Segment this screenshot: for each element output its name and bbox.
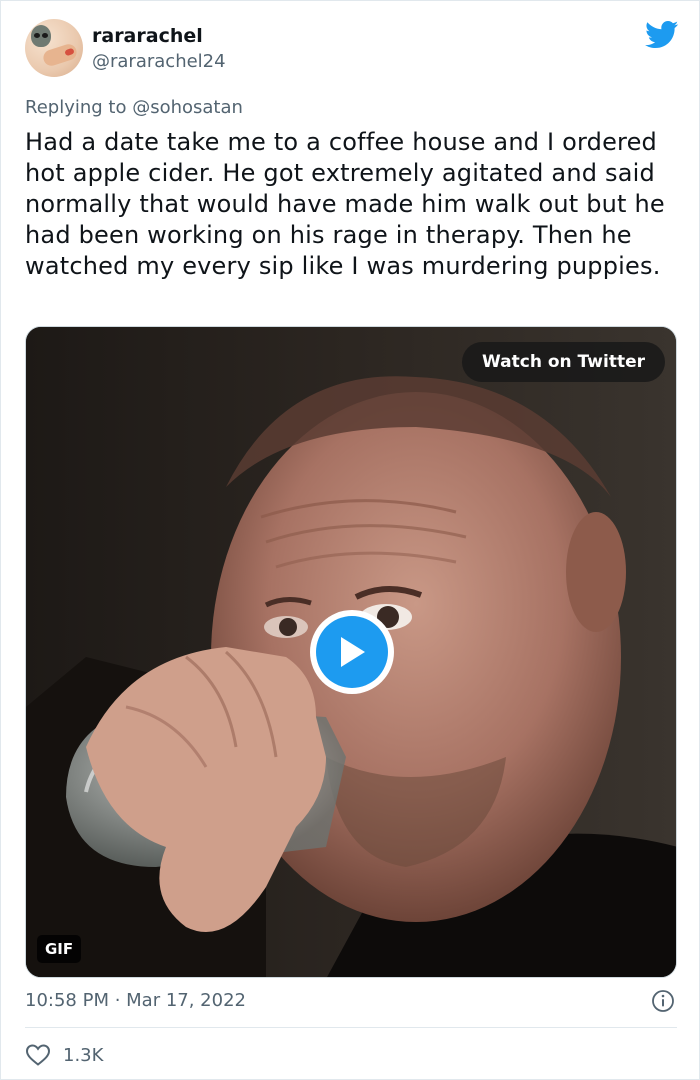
divider <box>25 1027 677 1028</box>
tweet-card: rararachel @rararachel24 Replying to @so… <box>0 0 700 1080</box>
heart-icon[interactable] <box>25 1043 51 1067</box>
like-action[interactable]: 1.3K <box>25 1041 103 1069</box>
info-icon[interactable] <box>651 989 675 1013</box>
avatar[interactable] <box>25 19 83 77</box>
reply-prefix: Replying to <box>25 97 133 118</box>
play-button[interactable] <box>310 610 394 694</box>
play-icon <box>341 637 365 667</box>
gif-badge: GIF <box>37 935 82 963</box>
gif-media[interactable]: Watch on Twitter GIF <box>25 326 677 978</box>
alien-figure <box>31 25 51 47</box>
reply-mention-link[interactable]: @sohosatan <box>132 97 243 118</box>
hand-shape <box>41 42 79 68</box>
like-count: 1.3K <box>63 1044 104 1066</box>
reply-context: Replying to @sohosatan <box>25 97 243 118</box>
author-display-name[interactable]: rararachel <box>92 25 203 47</box>
tweet-timestamp[interactable]: 10:58 PM · Mar 17, 2022 <box>25 990 246 1011</box>
watch-on-twitter-button[interactable]: Watch on Twitter <box>462 342 665 382</box>
tweet-text: Had a date take me to a coffee house and… <box>25 128 665 280</box>
author-handle[interactable]: @rararachel24 <box>92 51 226 72</box>
twitter-bird-icon[interactable] <box>645 21 679 49</box>
